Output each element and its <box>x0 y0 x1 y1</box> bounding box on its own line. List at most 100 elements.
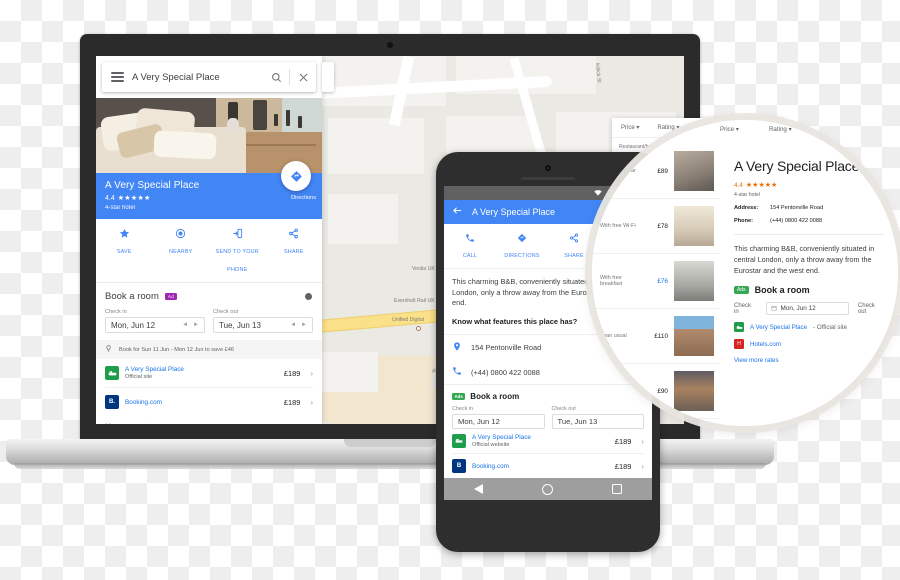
list-item[interactable]: Optional extras £90 <box>592 364 722 419</box>
rate-row[interactable]: A Very Special Place Official site £189 … <box>105 359 313 388</box>
rate-price: £189 <box>283 397 301 407</box>
list-item[interactable]: With free Wi-Fi £78 <box>592 199 722 254</box>
chevron-right-icon[interactable]: › <box>641 462 644 471</box>
list-item-price: £76 <box>657 277 668 285</box>
rate-row[interactable]: B. Booking.com £189 › <box>105 388 313 416</box>
list-item-thumbnail[interactable] <box>674 151 714 191</box>
lens-date-selectors: Check in Mon, Jun 12 Check out <box>720 295 898 316</box>
rate-name[interactable]: Hotels.com <box>750 341 781 348</box>
directions-button[interactable] <box>281 161 311 191</box>
nearby-button[interactable]: NEARBY <box>153 226 210 276</box>
list-item-price: £110 <box>654 332 668 340</box>
nearby-label: NEARBY <box>169 249 193 255</box>
search-input[interactable]: A Very Special Place <box>132 72 263 83</box>
rate-suffix: - Official site <box>813 323 848 331</box>
checkout-steppers[interactable]: ◄ ► <box>290 322 307 328</box>
map-panel-collapse-handle[interactable] <box>322 62 334 92</box>
share-icon <box>266 226 323 240</box>
rate-name[interactable]: A Very Special Place <box>125 366 278 373</box>
checkin-value: Mon, Jun 12 <box>780 305 816 313</box>
list-item[interactable]: With free breakfast £76 <box>592 254 722 309</box>
back-button-icon[interactable] <box>473 484 483 494</box>
more-room-rates-link[interactable]: More room rates <box>105 416 313 424</box>
save-label: SAVE <box>116 249 132 255</box>
star-icon <box>96 226 153 240</box>
rate-row[interactable]: A Very Special Place Official website £1… <box>452 429 644 453</box>
list-item-thumbnail[interactable] <box>674 371 714 411</box>
lens-rate-link[interactable]: H Hotels.com <box>720 332 898 350</box>
send-to-phone-button[interactable]: SEND TO YOUR PHONE <box>209 226 266 276</box>
phone-nav-bar <box>444 478 652 500</box>
chevron-right-icon[interactable]: › <box>641 437 644 446</box>
lens-place-title: A Very Special Place <box>734 158 860 174</box>
book-a-room-title: Book a room <box>470 392 520 402</box>
save-button[interactable]: SAVE <box>96 226 153 276</box>
rate-row[interactable]: B Booking.com £189 › <box>452 454 644 478</box>
ad-badge: Ad <box>164 293 178 300</box>
rate-name[interactable]: A Very Special Place <box>472 434 609 441</box>
checkout-label: Check out <box>857 302 875 315</box>
send-to-phone-label: SEND TO YOUR PHONE <box>215 249 259 273</box>
search-bar[interactable]: A Very Special Place <box>102 62 316 92</box>
filter-rating[interactable]: Rating ▾ <box>769 126 792 133</box>
official-site-icon <box>452 434 466 449</box>
hotels-com-icon: H <box>734 339 744 350</box>
chevron-right-icon[interactable]: › <box>310 398 313 407</box>
rate-name[interactable]: A Very Special Place <box>750 324 807 331</box>
checkin-steppers[interactable]: ◄ ► <box>182 322 199 328</box>
share-button[interactable]: SHARE <box>266 226 323 276</box>
phone-camera-icon <box>545 165 551 171</box>
nearby-icon <box>153 226 210 240</box>
phone-icon <box>452 366 462 378</box>
checkin-label: Check in <box>734 302 752 315</box>
menu-icon[interactable] <box>102 72 132 82</box>
checkin-input[interactable]: Mon, Jun 12 <box>765 302 849 316</box>
list-item-text: With free breakfast <box>600 275 623 287</box>
place-action-bar: SAVE NEARBY SEND TO YOUR PHONE SHARE <box>96 219 322 283</box>
directions-icon <box>496 231 548 244</box>
filter-price[interactable]: Price ▾ <box>720 126 739 133</box>
next-day-icon: ► <box>193 322 199 328</box>
list-item-thumbnail[interactable] <box>674 261 714 301</box>
lens-description: This charming B&B, conveniently situated… <box>734 244 875 275</box>
checkin-input[interactable]: Mon, Jun 12 <box>452 414 545 430</box>
rate-info: Booking.com <box>472 463 609 470</box>
back-arrow-icon[interactable] <box>452 203 463 221</box>
prev-day-icon: ◄ <box>290 322 297 328</box>
booking-com-icon: B <box>452 459 466 474</box>
filter-price-label: Price <box>720 126 735 133</box>
filter-rating-label: Rating <box>768 126 787 133</box>
rate-price: £189 <box>614 461 632 471</box>
recents-button-icon[interactable] <box>612 484 623 494</box>
prev-day-icon: ◄ <box>182 322 189 328</box>
list-item-thumbnail[interactable] <box>674 316 714 356</box>
ads-badge: Ads <box>734 286 749 295</box>
list-item-price: £89 <box>657 167 668 175</box>
directions-button[interactable]: DIRECTIONS <box>496 231 548 262</box>
home-button-icon[interactable] <box>541 483 553 495</box>
call-label: CALL <box>462 253 478 259</box>
rate-info: A Very Special Place Official website <box>472 434 609 448</box>
map-label: Eversholt Rail UK <box>394 298 435 304</box>
list-item[interactable]: Restaurant/bar £89 <box>592 144 722 199</box>
map-label: Veolia UK <box>412 266 435 272</box>
checkin-group: Check in Mon, Jun 12 <box>452 406 545 430</box>
rate-info: Booking.com <box>125 399 278 406</box>
chevron-right-icon[interactable]: › <box>310 369 313 378</box>
checkout-input[interactable]: Tue, Jun 13 ◄ ► <box>213 317 313 333</box>
info-icon[interactable] <box>305 293 312 300</box>
checkin-input[interactable]: Mon, Jun 12 ◄ ► <box>105 317 205 333</box>
lens-book-header: Ads Book a room <box>720 276 898 295</box>
share-label: SHARE <box>564 253 584 259</box>
search-icon[interactable] <box>263 72 289 83</box>
lens-rate-link[interactable]: A Very Special Place - Official site <box>720 315 898 333</box>
close-icon[interactable] <box>290 72 316 83</box>
list-item-thumbnail[interactable] <box>674 206 714 246</box>
rate-name[interactable]: Booking.com <box>472 463 609 470</box>
rate-name[interactable]: Booking.com <box>125 399 278 406</box>
app-bar-title: A Very Special Place <box>472 207 556 217</box>
list-item[interactable]: Than usual £110 <box>592 309 722 364</box>
view-more-rates-link[interactable]: View more rates <box>720 349 898 364</box>
call-button[interactable]: CALL <box>444 231 496 262</box>
location-pin-icon <box>452 341 462 354</box>
